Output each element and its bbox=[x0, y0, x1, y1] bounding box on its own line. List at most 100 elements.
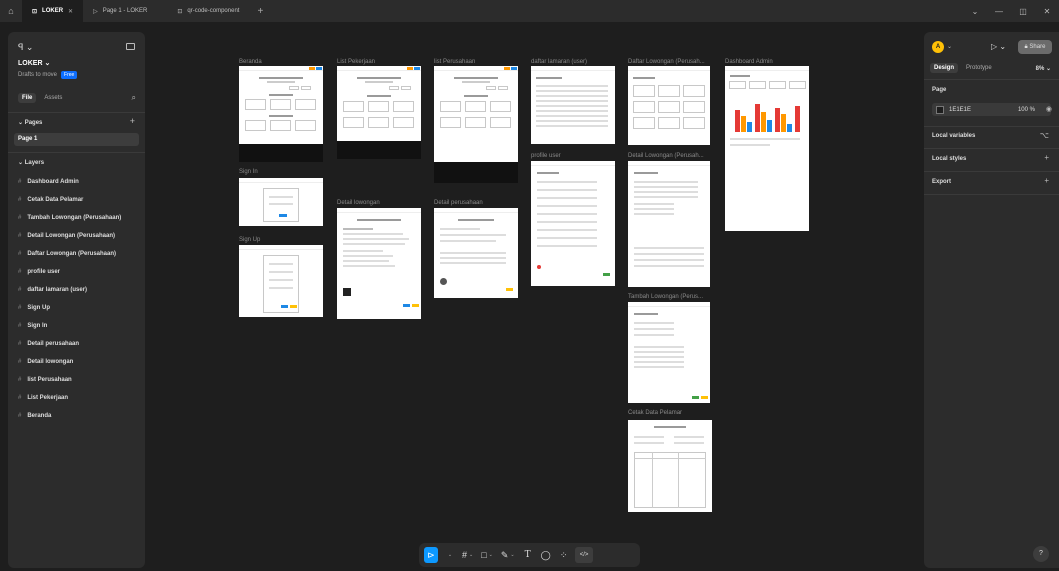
frame-label[interactable]: Detail lowongan bbox=[337, 200, 380, 206]
frame-label[interactable]: Beranda bbox=[239, 59, 262, 65]
help-button[interactable]: ? bbox=[1033, 546, 1049, 562]
page-item-page-1[interactable]: Page 1 bbox=[14, 133, 139, 146]
frame-detail-perusahaan[interactable] bbox=[434, 208, 518, 298]
tab-qr-code-component[interactable]: ⊡ qr-code-component bbox=[167, 0, 249, 22]
tab-assets[interactable]: Assets bbox=[40, 93, 66, 103]
search-icon[interactable]: ⌕ bbox=[132, 93, 136, 103]
frame-icon: # bbox=[18, 179, 22, 185]
toggle-sidebar-icon[interactable] bbox=[126, 43, 135, 50]
layer-item[interactable]: # Sign Up bbox=[18, 305, 50, 311]
frame-label[interactable]: List Pekerjaan bbox=[337, 59, 375, 65]
frame-daftar-lowongan-perusahaan[interactable] bbox=[628, 66, 710, 145]
layer-item[interactable]: # Tambah Lowongan (Perusahaan) bbox=[18, 215, 121, 221]
divider bbox=[8, 112, 145, 113]
layer-item[interactable]: # profile user bbox=[18, 269, 60, 275]
dev-mode-toggle[interactable]: </> bbox=[574, 547, 594, 563]
properties-panel: A ⌄ ▷ ⌄ 🔒︎ Share Design Prototype 8% ⌄ P… bbox=[924, 32, 1059, 568]
frame-label[interactable]: Detail Lowongan (Perusah... bbox=[628, 153, 704, 159]
frame-dashboard-admin[interactable] bbox=[725, 66, 809, 231]
present-play-icon[interactable]: ▷ ⌄ bbox=[991, 42, 1006, 51]
close-tab-icon[interactable]: ✕ bbox=[68, 8, 73, 15]
layer-item[interactable]: # Dashboard Admin bbox=[18, 179, 79, 185]
text-tool[interactable]: T bbox=[521, 547, 535, 563]
new-tab-button[interactable]: + bbox=[249, 6, 271, 17]
minimize-icon[interactable]: — bbox=[987, 7, 1011, 16]
maximize-icon[interactable]: ◫ bbox=[1011, 7, 1035, 16]
layer-item[interactable]: # daftar lamaran (user) bbox=[18, 287, 87, 293]
move-tool[interactable]: ⊳ bbox=[424, 547, 438, 563]
layer-item[interactable]: # list Perusahaan bbox=[18, 377, 72, 383]
frame-label[interactable]: Cetak Data Pelamar bbox=[628, 410, 682, 416]
frame-cetak-data-pelamar[interactable] bbox=[628, 420, 712, 512]
frame-icon: # bbox=[18, 413, 22, 419]
file-icon: ⊡ bbox=[32, 8, 38, 15]
home-icon[interactable]: ⌂ bbox=[0, 0, 22, 22]
chevron-down-icon: ⌄ bbox=[44, 60, 51, 67]
panel-tabs: File Assets bbox=[18, 93, 66, 103]
frame-label[interactable]: Tambah Lowongan (Perus... bbox=[628, 294, 703, 300]
frame-profile-user[interactable] bbox=[531, 161, 615, 286]
tab-page1-loker[interactable]: ▷ Page 1 - LOKER bbox=[83, 0, 157, 22]
layers-header[interactable]: ⌄ Layers bbox=[18, 159, 44, 167]
project-name[interactable]: LOKER ⌄ bbox=[18, 59, 51, 68]
background-color-field[interactable]: 1E1E1E 100 % ◉ bbox=[932, 103, 1052, 116]
add-style-button[interactable]: + bbox=[1044, 153, 1049, 162]
add-export-button[interactable]: + bbox=[1044, 176, 1049, 185]
pen-tool[interactable]: ✎ ⌄ bbox=[499, 547, 517, 563]
zoom-level[interactable]: 8% ⌄ bbox=[1036, 65, 1051, 72]
frame-list-perusahaan[interactable] bbox=[434, 66, 518, 183]
frame-icon: # bbox=[18, 395, 22, 401]
design-canvas[interactable] bbox=[0, 22, 1059, 571]
frame-tambah-lowongan[interactable] bbox=[628, 302, 710, 403]
avatar[interactable]: A bbox=[932, 41, 944, 53]
free-badge[interactable]: Free bbox=[61, 71, 78, 79]
layer-item[interactable]: # Sign In bbox=[18, 323, 47, 329]
frame-detail-lowongan[interactable] bbox=[337, 208, 421, 319]
local-variables-section[interactable]: Local variables bbox=[932, 133, 975, 139]
frame-label[interactable]: Detail perusahaan bbox=[434, 200, 483, 206]
actions-tool[interactable]: ⁘ bbox=[557, 547, 571, 563]
layer-item[interactable]: # Detail lowongan bbox=[18, 359, 73, 365]
frame-beranda[interactable] bbox=[239, 66, 323, 162]
layer-item[interactable]: # Daftar Lowongan (Perusahaan) bbox=[18, 251, 116, 257]
frame-label[interactable]: Daftar Lowongan (Perusah... bbox=[628, 59, 705, 65]
move-tool-dropdown[interactable]: ⌄ bbox=[442, 547, 456, 563]
eye-icon[interactable]: ◉ bbox=[1046, 105, 1052, 113]
frame-label[interactable]: Dashboard Admin bbox=[725, 59, 773, 65]
share-button[interactable]: 🔒︎ Share bbox=[1018, 40, 1052, 54]
divider bbox=[924, 126, 1059, 127]
frame-label[interactable]: daftar lamaran (user) bbox=[531, 59, 587, 65]
bar-chart bbox=[733, 100, 803, 132]
frame-label[interactable]: list Perusahaan bbox=[434, 59, 475, 65]
tab-loker[interactable]: ⊡ LOKER ✕ bbox=[22, 0, 84, 22]
tab-file[interactable]: File bbox=[18, 93, 37, 103]
layer-item[interactable]: # Cetak Data Pelamar bbox=[18, 197, 83, 203]
export-section[interactable]: Export bbox=[932, 179, 951, 185]
color-swatch[interactable] bbox=[936, 105, 944, 114]
chevron-down-icon[interactable]: ⌄ bbox=[947, 43, 952, 50]
frame-list-pekerjaan[interactable] bbox=[337, 66, 421, 159]
chevron-down-icon[interactable]: ⌄ bbox=[963, 7, 987, 16]
frame-detail-lowongan-perusahaan[interactable] bbox=[628, 161, 710, 287]
frame-label[interactable]: profile user bbox=[531, 153, 561, 159]
tab-design[interactable]: Design bbox=[930, 63, 959, 73]
close-icon[interactable]: ✕ bbox=[1035, 7, 1059, 16]
pages-header[interactable]: ⌄ Pages bbox=[18, 119, 42, 127]
frame-sign-in[interactable] bbox=[239, 178, 323, 226]
shape-tool[interactable]: □ ⌄ bbox=[479, 547, 495, 563]
frame-label[interactable]: Sign In bbox=[239, 169, 258, 175]
layer-item[interactable]: # Beranda bbox=[18, 413, 51, 419]
comment-tool[interactable]: ◯ bbox=[539, 547, 553, 563]
frame-tool[interactable]: # ⌄ bbox=[460, 547, 475, 563]
frame-label[interactable]: Sign Up bbox=[239, 237, 260, 243]
layer-item[interactable]: # List Pekerjaan bbox=[18, 395, 68, 401]
main-menu-icon[interactable]: ꟼ ⌄ bbox=[18, 42, 33, 53]
frame-daftar-lamaran[interactable] bbox=[531, 66, 615, 144]
add-page-button[interactable]: + bbox=[130, 116, 135, 126]
variables-icon[interactable]: ⌥ bbox=[1040, 131, 1049, 140]
frame-sign-up[interactable] bbox=[239, 245, 323, 317]
local-styles-section[interactable]: Local styles bbox=[932, 156, 966, 162]
layer-item[interactable]: # Detail Lowongan (Perusahaan) bbox=[18, 233, 115, 239]
layer-item[interactable]: # Detail perusahaan bbox=[18, 341, 79, 347]
tab-prototype[interactable]: Prototype bbox=[962, 63, 996, 73]
